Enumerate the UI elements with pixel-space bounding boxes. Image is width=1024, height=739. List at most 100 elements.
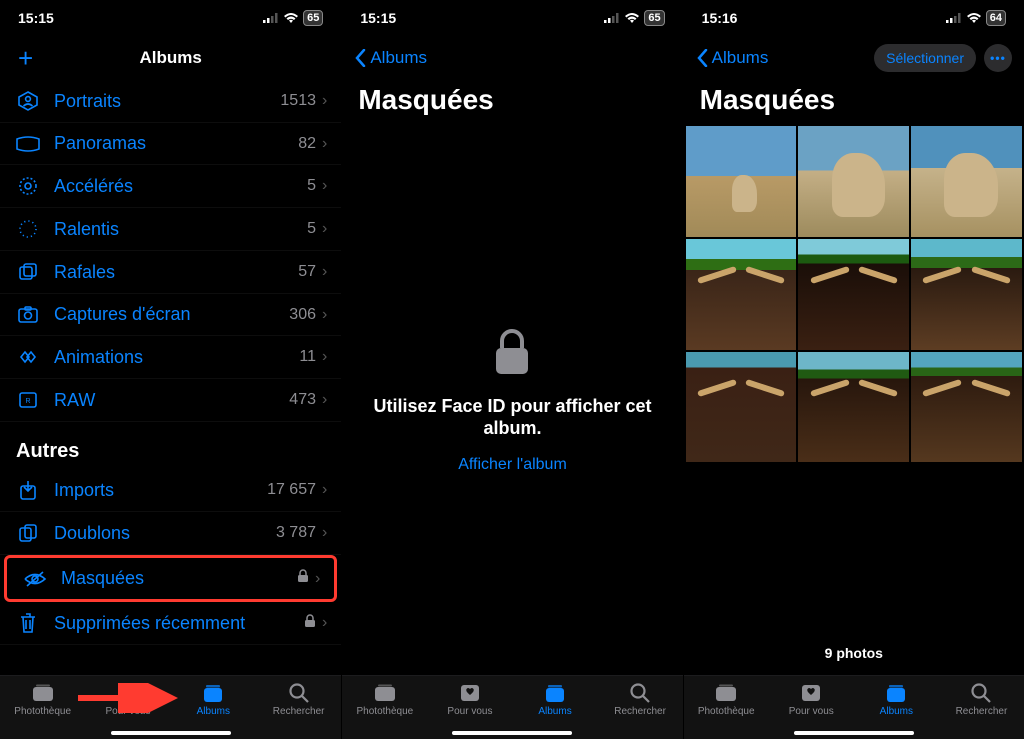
row-count: 5 (307, 220, 316, 238)
show-album-link[interactable]: Afficher l'album (458, 456, 567, 474)
tab-library[interactable]: Photothèque (342, 682, 427, 739)
svg-text:R: R (25, 398, 30, 405)
album-list[interactable]: Portraits 1513 › Panoramas 82 › Accéléré… (0, 80, 341, 675)
albums-icon (544, 682, 566, 704)
row-doublons[interactable]: Doublons 3 787 › (0, 512, 341, 555)
raw-icon: R (14, 389, 42, 411)
photo-thumbnail[interactable] (911, 126, 1022, 237)
chevron-right-icon: › (322, 220, 327, 238)
signal-icon (263, 13, 279, 23)
row-acceleres[interactable]: Accélérés 5 › (0, 165, 341, 208)
row-imports[interactable]: Imports 17 657 › (0, 469, 341, 512)
screenshot-icon (14, 305, 42, 325)
row-portraits[interactable]: Portraits 1513 › (0, 80, 341, 123)
tab-label: Albums (880, 706, 913, 717)
lock-icon (297, 569, 309, 588)
slowmo-icon (14, 218, 42, 240)
tab-label: Pour vous (789, 706, 834, 717)
tab-label: Pour vous (447, 706, 492, 717)
photo-thumbnail[interactable] (686, 126, 797, 237)
chevron-right-icon: › (322, 263, 327, 281)
library-icon (373, 682, 397, 704)
row-count: 473 (289, 391, 316, 409)
foryou-icon (117, 682, 139, 704)
tab-library[interactable]: Photothèque (0, 682, 85, 739)
photo-count: 9 photos (684, 631, 1024, 675)
row-label: Captures d'écran (54, 304, 289, 325)
row-panoramas[interactable]: Panoramas 82 › (0, 123, 341, 165)
status-bar: 15:15 65 (0, 0, 341, 36)
tab-label: Photothèque (14, 706, 71, 717)
animation-icon (14, 346, 42, 368)
tab-library[interactable]: Photothèque (684, 682, 769, 739)
row-animations[interactable]: Animations 11 › (0, 336, 341, 379)
photo-grid (684, 126, 1024, 462)
home-indicator[interactable] (111, 731, 231, 735)
row-label: Masquées (61, 568, 297, 589)
add-button[interactable]: + (12, 43, 39, 74)
nav-bar: Albums Sélectionner ••• (684, 36, 1024, 80)
row-count: 3 787 (276, 524, 316, 542)
status-right: 64 (946, 10, 1006, 26)
albums-icon (885, 682, 907, 704)
status-right: 65 (604, 10, 664, 26)
chevron-right-icon: › (322, 306, 327, 324)
row-label: Animations (54, 347, 299, 368)
photo-thumbnail[interactable] (911, 239, 1022, 350)
row-count: 5 (307, 177, 316, 195)
foryou-icon (800, 682, 822, 704)
row-rafales[interactable]: Rafales 57 › (0, 251, 341, 294)
chevron-right-icon: › (322, 135, 327, 153)
row-screenshots[interactable]: Captures d'écran 306 › (0, 294, 341, 336)
row-label: Rafales (54, 262, 298, 283)
tab-label: Albums (197, 706, 230, 717)
battery-indicator: 64 (986, 10, 1006, 26)
photo-thumbnail[interactable] (686, 352, 797, 463)
tab-bar: Photothèque Pour vous Albums Rechercher (342, 675, 682, 739)
photo-grid-container[interactable] (684, 126, 1024, 631)
back-button[interactable]: Albums (354, 48, 427, 68)
row-count: 306 (289, 306, 316, 324)
signal-icon (946, 13, 962, 23)
back-label: Albums (712, 48, 769, 68)
tab-bar: Photothèque Pour vous Albums Rechercher (684, 675, 1024, 739)
lock-icon (492, 328, 532, 381)
lock-icon (304, 614, 316, 633)
page-title: Masquées (684, 80, 1024, 126)
row-raw[interactable]: R RAW 473 › (0, 379, 341, 422)
photo-thumbnail[interactable] (911, 352, 1022, 463)
photo-thumbnail[interactable] (798, 126, 909, 237)
more-button[interactable]: ••• (984, 44, 1012, 72)
status-time: 15:15 (360, 10, 396, 26)
chevron-right-icon: › (315, 570, 320, 588)
unlocked-album-screen: 15:16 64 Albums Sélectionner ••• Masquée… (683, 0, 1024, 739)
photo-thumbnail[interactable] (686, 239, 797, 350)
row-masquees[interactable]: Masquées › (4, 555, 337, 602)
library-icon (714, 682, 738, 704)
tab-search[interactable]: Rechercher (256, 682, 341, 739)
home-indicator[interactable] (452, 731, 572, 735)
row-label: RAW (54, 390, 289, 411)
tab-label: Photothèque (357, 706, 414, 717)
nav-title: Albums (0, 48, 341, 68)
photo-thumbnail[interactable] (798, 352, 909, 463)
row-count: 11 (299, 348, 316, 366)
chevron-right-icon: › (322, 391, 327, 409)
search-icon (629, 682, 651, 704)
back-button[interactable]: Albums (696, 48, 769, 68)
tab-search[interactable]: Rechercher (939, 682, 1024, 739)
row-supprimees[interactable]: Supprimées récemment › (0, 602, 341, 645)
battery-indicator: 65 (303, 10, 323, 26)
locked-album-screen: 15:15 65 Albums Masquées Utilisez Face I… (341, 0, 682, 739)
hidden-eye-icon (21, 570, 49, 588)
photo-thumbnail[interactable] (798, 239, 909, 350)
page-title: Masquées (342, 80, 682, 126)
tab-label: Rechercher (614, 706, 666, 717)
home-indicator[interactable] (794, 731, 914, 735)
duplicate-icon (14, 522, 42, 544)
row-ralentis[interactable]: Ralentis 5 › (0, 208, 341, 251)
select-button[interactable]: Sélectionner (874, 44, 976, 72)
back-label: Albums (370, 48, 427, 68)
tab-search[interactable]: Rechercher (598, 682, 683, 739)
tab-bar: Photothèque Pour vous Albums Rechercher (0, 675, 341, 739)
